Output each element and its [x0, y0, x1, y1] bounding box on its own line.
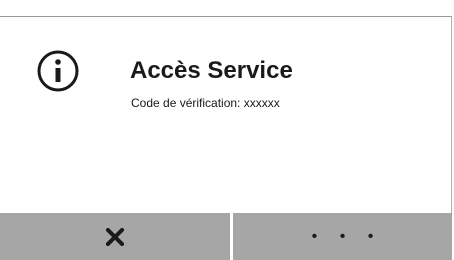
- more-options-label: • • •: [311, 227, 383, 245]
- service-access-dialog: Accès Service Code de vérification: xxxx…: [0, 16, 452, 260]
- dialog-button-row: • • •: [0, 213, 452, 260]
- info-icon: [37, 50, 79, 92]
- dialog-title: Accès Service: [130, 57, 293, 84]
- more-options-button[interactable]: • • •: [233, 213, 452, 260]
- verification-code-text: Code de vérification: xxxxxx: [131, 96, 280, 110]
- close-icon: [106, 227, 124, 246]
- cancel-button[interactable]: [0, 213, 230, 260]
